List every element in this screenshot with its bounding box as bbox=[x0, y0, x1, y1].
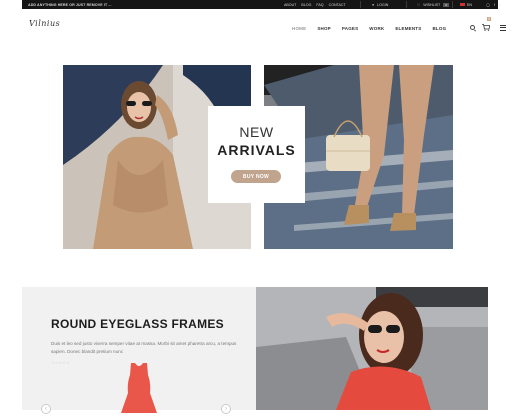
divider bbox=[452, 1, 453, 8]
nav-home[interactable]: HOME bbox=[292, 26, 306, 31]
nav-elements[interactable]: ELEMENTS bbox=[395, 26, 421, 31]
nav-blog[interactable]: BLOG bbox=[432, 26, 446, 31]
cart-count: 0 bbox=[487, 17, 491, 21]
site-logo[interactable]: Vilnius bbox=[29, 19, 60, 28]
top-link-faq[interactable]: FAQ bbox=[316, 3, 323, 7]
divider bbox=[406, 1, 407, 8]
carousel-prev-button[interactable]: ‹ bbox=[41, 404, 51, 414]
hero-heading-line1: NEW bbox=[239, 124, 274, 140]
language-label: EN bbox=[467, 2, 472, 7]
top-bar: ADD ANYTHING HERE OR JUST REMOVE IT ... … bbox=[22, 0, 500, 9]
search-icon[interactable] bbox=[470, 25, 475, 30]
rating-stars: ☆☆☆☆☆ bbox=[51, 360, 70, 365]
nav-pages[interactable]: PAGES bbox=[342, 26, 358, 31]
top-link-contact[interactable]: CONTACT bbox=[329, 3, 346, 7]
heart-icon: ♡ bbox=[417, 2, 421, 7]
top-links: ABOUT BLOG FAQ CONTACT bbox=[284, 3, 346, 7]
login-link[interactable]: ● LOGIN bbox=[372, 3, 388, 7]
promo-title: ROUND EYEGLASS FRAMES bbox=[51, 317, 224, 331]
wishlist-link[interactable]: ♡ WISHLIST 0 bbox=[417, 2, 449, 7]
divider bbox=[360, 1, 361, 8]
promo-description: Duis et leo sed justo viverra semper vit… bbox=[51, 341, 237, 354]
buy-now-button[interactable]: BUY NOW bbox=[231, 170, 281, 183]
new-arrivals-card: NEW ARRIVALS BUY NOW bbox=[208, 106, 305, 203]
user-icon: ● bbox=[372, 2, 375, 7]
twitter-icon[interactable]: t bbox=[499, 3, 500, 7]
language-selector[interactable]: EN bbox=[460, 3, 472, 7]
top-link-about[interactable]: ABOUT bbox=[284, 3, 296, 7]
top-notice: ADD ANYTHING HERE OR JUST REMOVE IT ... bbox=[28, 2, 112, 7]
hamburger-menu-icon[interactable] bbox=[500, 25, 506, 32]
facebook-icon[interactable]: f bbox=[494, 3, 495, 7]
instagram-icon[interactable]: ◯ bbox=[486, 3, 490, 7]
promo-model-image bbox=[256, 287, 488, 410]
carousel-next-button[interactable]: › bbox=[221, 404, 231, 414]
nav-shop[interactable]: SHOP bbox=[317, 26, 331, 31]
main-header: Vilnius HOME SHOP PAGES WORK ELEMENTS BL… bbox=[22, 9, 506, 49]
nav-work[interactable]: WORK bbox=[369, 26, 384, 31]
wishlist-label: WISHLIST bbox=[423, 2, 441, 7]
product-promo: ROUND EYEGLASS FRAMES Duis et leo sed ju… bbox=[22, 287, 256, 414]
flag-icon bbox=[460, 3, 465, 6]
wishlist-count: 0 bbox=[443, 2, 449, 7]
login-label: LOGIN bbox=[377, 2, 389, 7]
social-links: ◯ f t bbox=[486, 3, 500, 7]
cart-icon[interactable]: 0 bbox=[482, 17, 491, 31]
main-nav: HOME SHOP PAGES WORK ELEMENTS BLOG bbox=[292, 26, 446, 31]
hero-heading-line2: ARRIVALS bbox=[217, 142, 296, 158]
top-link-blog[interactable]: BLOG bbox=[301, 3, 311, 7]
